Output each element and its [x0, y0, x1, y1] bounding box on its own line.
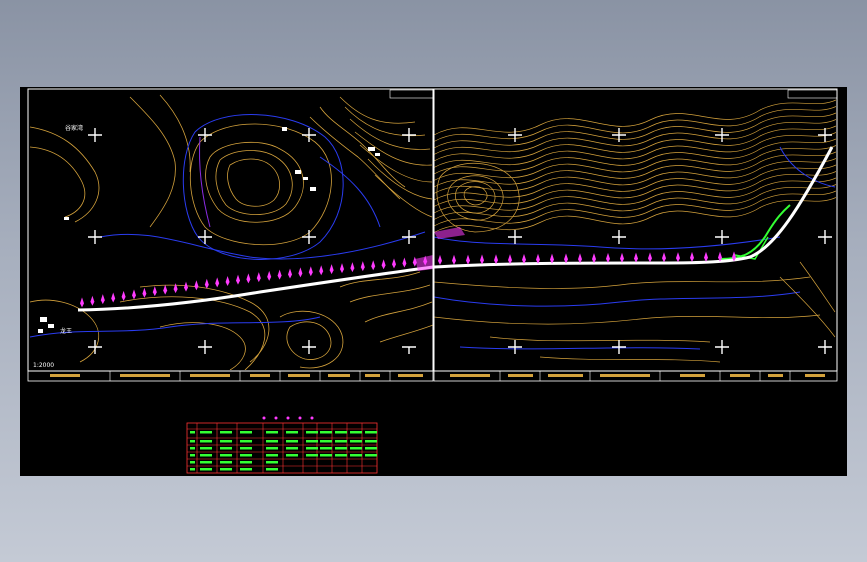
- chainage-marker: [246, 273, 251, 284]
- chainage-marker: [215, 277, 220, 288]
- right-map-sheet: [433, 88, 838, 382]
- road-centerline-left: [77, 265, 434, 312]
- chainage-marker: [298, 267, 303, 278]
- chainage-marker: [111, 292, 116, 303]
- chainage-marker: [704, 251, 708, 262]
- chainage-marker: [90, 295, 95, 306]
- chainage-marker: [402, 257, 407, 268]
- chainage-marker: [466, 254, 470, 265]
- chainage-marker: [173, 283, 178, 294]
- road-plan-drawing: 谷家湾 龙王 1:2000: [27, 88, 838, 474]
- chainage-marker: [184, 281, 188, 292]
- coordinate-table: [186, 416, 378, 474]
- chainage-marker: [634, 252, 638, 263]
- chainage-marker: [121, 290, 126, 301]
- dense-contours-right: [434, 99, 836, 233]
- chainage-marker: [392, 258, 396, 269]
- title-strip-right: [450, 374, 825, 377]
- place-label-2: 龙王: [60, 327, 72, 335]
- chainage-marker: [225, 276, 230, 287]
- cad-drawing-canvas[interactable]: 谷家湾 龙王 1:2000: [20, 87, 847, 476]
- chainage-marker: [329, 264, 334, 275]
- chainage-marker: [152, 286, 157, 297]
- chainage-marker: [204, 278, 209, 289]
- left-map-sheet: 谷家湾 龙王 1:2000: [27, 88, 434, 382]
- chainage-marker: [606, 252, 610, 263]
- chainage-marker: [620, 252, 624, 263]
- title-strip-left: [50, 374, 423, 377]
- chainage-marker: [438, 254, 442, 265]
- chainage-marker: [360, 261, 365, 272]
- chainage-marker: [142, 287, 147, 298]
- chainage-marker: [194, 280, 199, 291]
- chainage-marker: [452, 254, 456, 265]
- chainage-marker: [350, 262, 355, 273]
- contour-lines-right: [436, 163, 520, 233]
- chainage-marker: [236, 274, 240, 285]
- chainage-marker: [256, 272, 261, 283]
- chainage-marker: [277, 269, 282, 280]
- chainage-marker: [100, 294, 105, 305]
- grid-crosses-left: [88, 128, 416, 354]
- place-label-1: 谷家湾: [65, 124, 83, 132]
- scale-label: 1:2000: [33, 362, 54, 369]
- chainage-marker: [80, 297, 84, 308]
- chainage-marker: [662, 252, 666, 263]
- chainage-marker: [163, 284, 168, 295]
- chainage-marker: [267, 270, 272, 281]
- chainage-marker: [690, 251, 694, 262]
- chainage-marker: [132, 289, 136, 300]
- chainage-marker: [371, 260, 376, 271]
- chainage-marker: [308, 266, 313, 277]
- chainage-marker: [494, 254, 498, 265]
- chainage-marker: [648, 252, 652, 263]
- chainage-marker: [340, 263, 344, 274]
- chainage-marker: [319, 265, 324, 276]
- chainage-marker: [288, 268, 292, 279]
- chainage-marker: [381, 259, 386, 270]
- table-header-dots: [262, 416, 314, 420]
- chainage-marker: [676, 252, 680, 263]
- chainage-marker: [480, 254, 484, 265]
- contour-lines-left-purple: [199, 136, 211, 228]
- chainage-marker: [592, 253, 596, 264]
